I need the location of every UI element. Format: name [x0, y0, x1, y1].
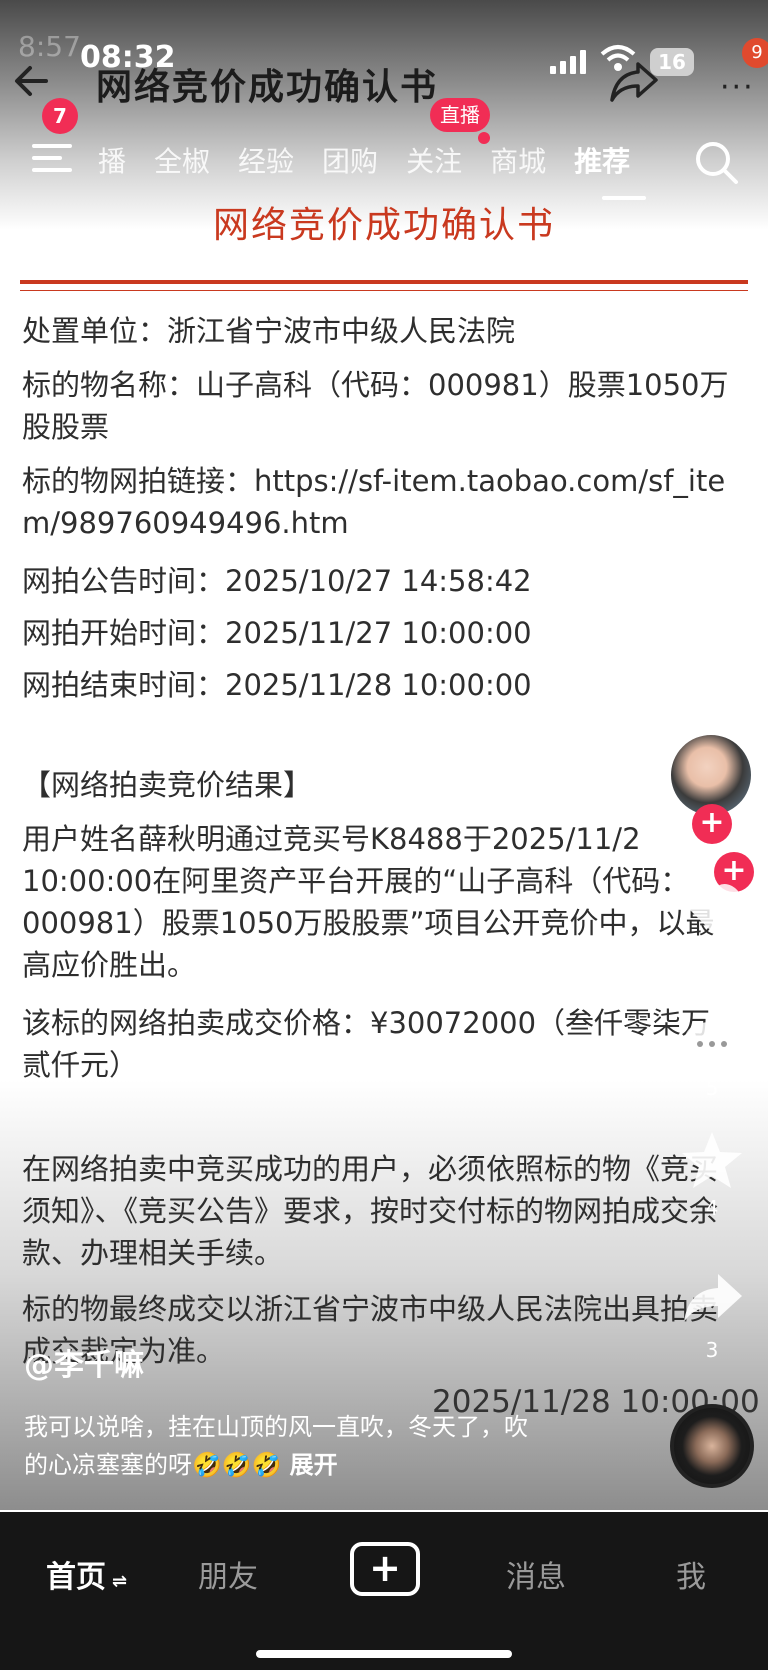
- create-button[interactable]: +: [350, 1542, 420, 1596]
- tab-live[interactable]: 播: [98, 140, 126, 184]
- menu-badge: 7: [42, 98, 78, 134]
- result-paragraph: 用户姓名薛秋明通过竞买号K8488于2025/11/2 10:00:00在阿里资…: [22, 822, 715, 982]
- comment-count: 5: [705, 1076, 719, 1100]
- tab-group-buy[interactable]: 团购: [322, 140, 378, 184]
- document-title: 网络竞价成功确认书: [212, 205, 555, 246]
- nav-friends[interactable]: 朋友: [198, 1552, 258, 1596]
- item-name: 标的物名称：山子高科（代码：000981）股票1050万股股票: [22, 368, 729, 444]
- start-time: 网拍开始时间：2025/11/27 10:00:00: [22, 616, 532, 650]
- like-count: 16: [699, 942, 725, 966]
- more-button[interactable]: ···: [720, 70, 755, 105]
- status-bar: 8:57 08:32 16 9: [0, 0, 768, 76]
- announce-time: 网拍公告时间：2025/10/27 14:58:42: [22, 564, 532, 598]
- notification-badge: 9: [742, 38, 768, 68]
- switch-icon: ⇌: [112, 1571, 128, 1592]
- comment-icon[interactable]: [680, 1018, 744, 1074]
- share-count: 3: [705, 1338, 719, 1362]
- follow-button[interactable]: +: [692, 804, 732, 844]
- share-arrow-icon[interactable]: [680, 1270, 744, 1326]
- live-badge: 直播: [430, 98, 490, 132]
- tab-experience[interactable]: 经验: [238, 140, 294, 184]
- feed-tabs: 播 全椒 经验 团购 关注 商城 推荐: [98, 140, 658, 184]
- payment-notice: 在网络拍卖中竞买成功的用户，必须依照标的物《竞买须知》、《竞买公告》要求，按时交…: [22, 1152, 719, 1270]
- disposal-unit: 处置单位：浙江省宁波市中级人民法院: [22, 314, 516, 348]
- nav-home[interactable]: 首页 ⇌: [46, 1552, 127, 1596]
- item-link: 标的物网拍链接：https://sf-item.taobao.com/sf_it…: [22, 464, 726, 540]
- caption-text: 我可以说啥，挂在山顶的风一直吹，冬天了，吹的心凉塞塞的呀🤣🤣🤣: [24, 1413, 528, 1479]
- nav-me[interactable]: 我: [676, 1552, 706, 1596]
- deal-price: 该标的网络拍卖成交价格：¥30072000（叁仟零柒万贰仟元）: [22, 1006, 711, 1082]
- heart-icon[interactable]: [680, 880, 744, 936]
- tab-following[interactable]: 关注: [406, 140, 462, 184]
- tab-recommend[interactable]: 推荐: [574, 140, 630, 184]
- back-arrow-icon[interactable]: [10, 58, 56, 104]
- post-caption: 我可以说啥，挂在山顶的风一直吹，冬天了，吹的心凉塞塞的呀🤣🤣🤣 展开: [24, 1408, 544, 1484]
- expand-button[interactable]: 展开: [290, 1451, 338, 1479]
- signal-icon: [550, 50, 586, 74]
- search-icon[interactable]: [692, 138, 740, 186]
- live-dot: [478, 132, 490, 144]
- music-disc[interactable]: [670, 1404, 754, 1488]
- nav-home-label: 首页: [46, 1560, 106, 1595]
- star-icon[interactable]: [680, 1130, 744, 1190]
- share-icon[interactable]: [608, 58, 660, 104]
- home-indicator: [256, 1650, 512, 1658]
- menu-icon[interactable]: [30, 140, 74, 176]
- title-rule-thick: [20, 280, 748, 284]
- title-rule-thin: [20, 290, 748, 291]
- result-heading: 【网络拍卖竞价结果】: [22, 768, 313, 802]
- tab-local[interactable]: 全椒: [154, 140, 210, 184]
- end-time: 网拍结束时间：2025/11/28 10:00:00: [22, 668, 532, 702]
- favorite-count: 4: [705, 1196, 719, 1220]
- author-name[interactable]: @李千嘛: [24, 1340, 144, 1384]
- nav-messages[interactable]: 消息: [506, 1552, 566, 1596]
- bottom-nav: 首页 ⇌ 朋友 + 消息 我: [0, 1512, 768, 1670]
- tab-mall[interactable]: 商城: [490, 140, 546, 184]
- header-title: 网络竞价成功确认书: [96, 67, 439, 108]
